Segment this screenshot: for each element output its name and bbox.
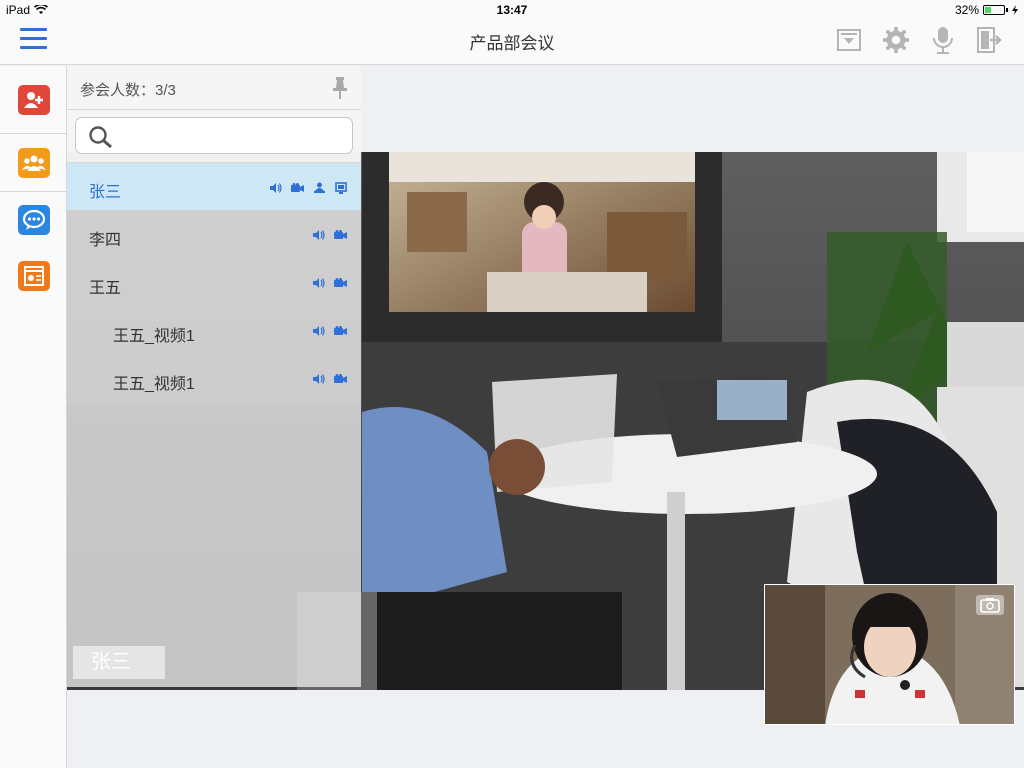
speaker-name-tag: 张三 — [73, 646, 165, 679]
pin-icon[interactable] — [331, 76, 349, 100]
microphone-icon — [933, 27, 953, 54]
dropdown-icon — [837, 29, 861, 51]
rail-item-invite[interactable] — [0, 66, 67, 134]
participant-row[interactable]: 王五_视频1 — [67, 307, 361, 355]
camera-icon[interactable] — [334, 326, 347, 336]
presentation-icon — [17, 261, 50, 291]
screen-share-icon[interactable] — [335, 182, 347, 194]
exit-icon — [977, 27, 1002, 53]
search-input[interactable] — [120, 124, 340, 148]
camera-switch-icon — [980, 598, 1000, 613]
chat-icon — [17, 205, 50, 235]
participant-name: 张三 — [89, 184, 122, 201]
search-bar — [67, 110, 361, 163]
status-bar: iPad 13:47 32% — [0, 0, 1024, 20]
participant-row[interactable]: 李四 — [67, 211, 361, 259]
speaker-icon[interactable] — [313, 326, 325, 336]
participant-list: 张三 李四 王五 王五_视频1 王五_视频1 — [67, 163, 361, 403]
participant-name: 王五_视频1 — [113, 328, 195, 345]
participant-panel: 参会人数：3/3 张三 李四 王五 王五_视频1 王五_视频1 张三 — [67, 66, 361, 690]
add-user-icon — [17, 84, 50, 115]
panel-header: 参会人数：3/3 — [67, 66, 361, 110]
participants-icon — [17, 147, 50, 178]
rail-item-chat[interactable] — [0, 192, 67, 248]
participant-name: 李四 — [89, 232, 122, 249]
speaker-icon[interactable] — [270, 183, 282, 193]
search-box — [75, 117, 353, 154]
participant-name: 王五 — [89, 280, 122, 297]
presenter-icon[interactable] — [313, 182, 326, 194]
participant-count: 参会人数：3/3 — [80, 82, 176, 99]
side-rail — [0, 66, 67, 768]
clock: 13:47 — [496, 3, 528, 17]
camera-icon[interactable] — [291, 183, 304, 193]
settings-button[interactable] — [882, 25, 910, 55]
participant-name: 王五_视频1 — [113, 376, 195, 393]
speaker-icon[interactable] — [313, 374, 325, 384]
participant-row[interactable]: 张三 — [67, 163, 361, 211]
participant-row[interactable]: 王五 — [67, 259, 361, 307]
microphone-button[interactable] — [929, 25, 957, 55]
gear-icon — [882, 26, 910, 54]
battery-icon — [983, 5, 1005, 15]
layout-dropdown-button[interactable] — [835, 25, 863, 55]
camera-switch-button[interactable] — [976, 595, 1004, 615]
exit-meeting-button[interactable] — [976, 25, 1004, 55]
panel-empty-area: 张三 — [67, 403, 361, 687]
charging-icon — [1012, 5, 1018, 15]
navigation-bar: 产品部会议 — [0, 20, 1024, 65]
search-icon — [89, 126, 112, 149]
participant-row[interactable]: 王五_视频1 — [67, 355, 361, 403]
rail-item-presentation[interactable] — [0, 248, 67, 304]
battery-percent: 32% — [954, 3, 979, 17]
camera-icon[interactable] — [334, 230, 347, 240]
camera-icon[interactable] — [334, 278, 347, 288]
rail-item-participants[interactable] — [0, 134, 67, 192]
camera-icon[interactable] — [334, 374, 347, 384]
self-view-video[interactable] — [764, 584, 1015, 725]
speaker-icon[interactable] — [313, 230, 325, 240]
speaker-icon[interactable] — [313, 278, 325, 288]
